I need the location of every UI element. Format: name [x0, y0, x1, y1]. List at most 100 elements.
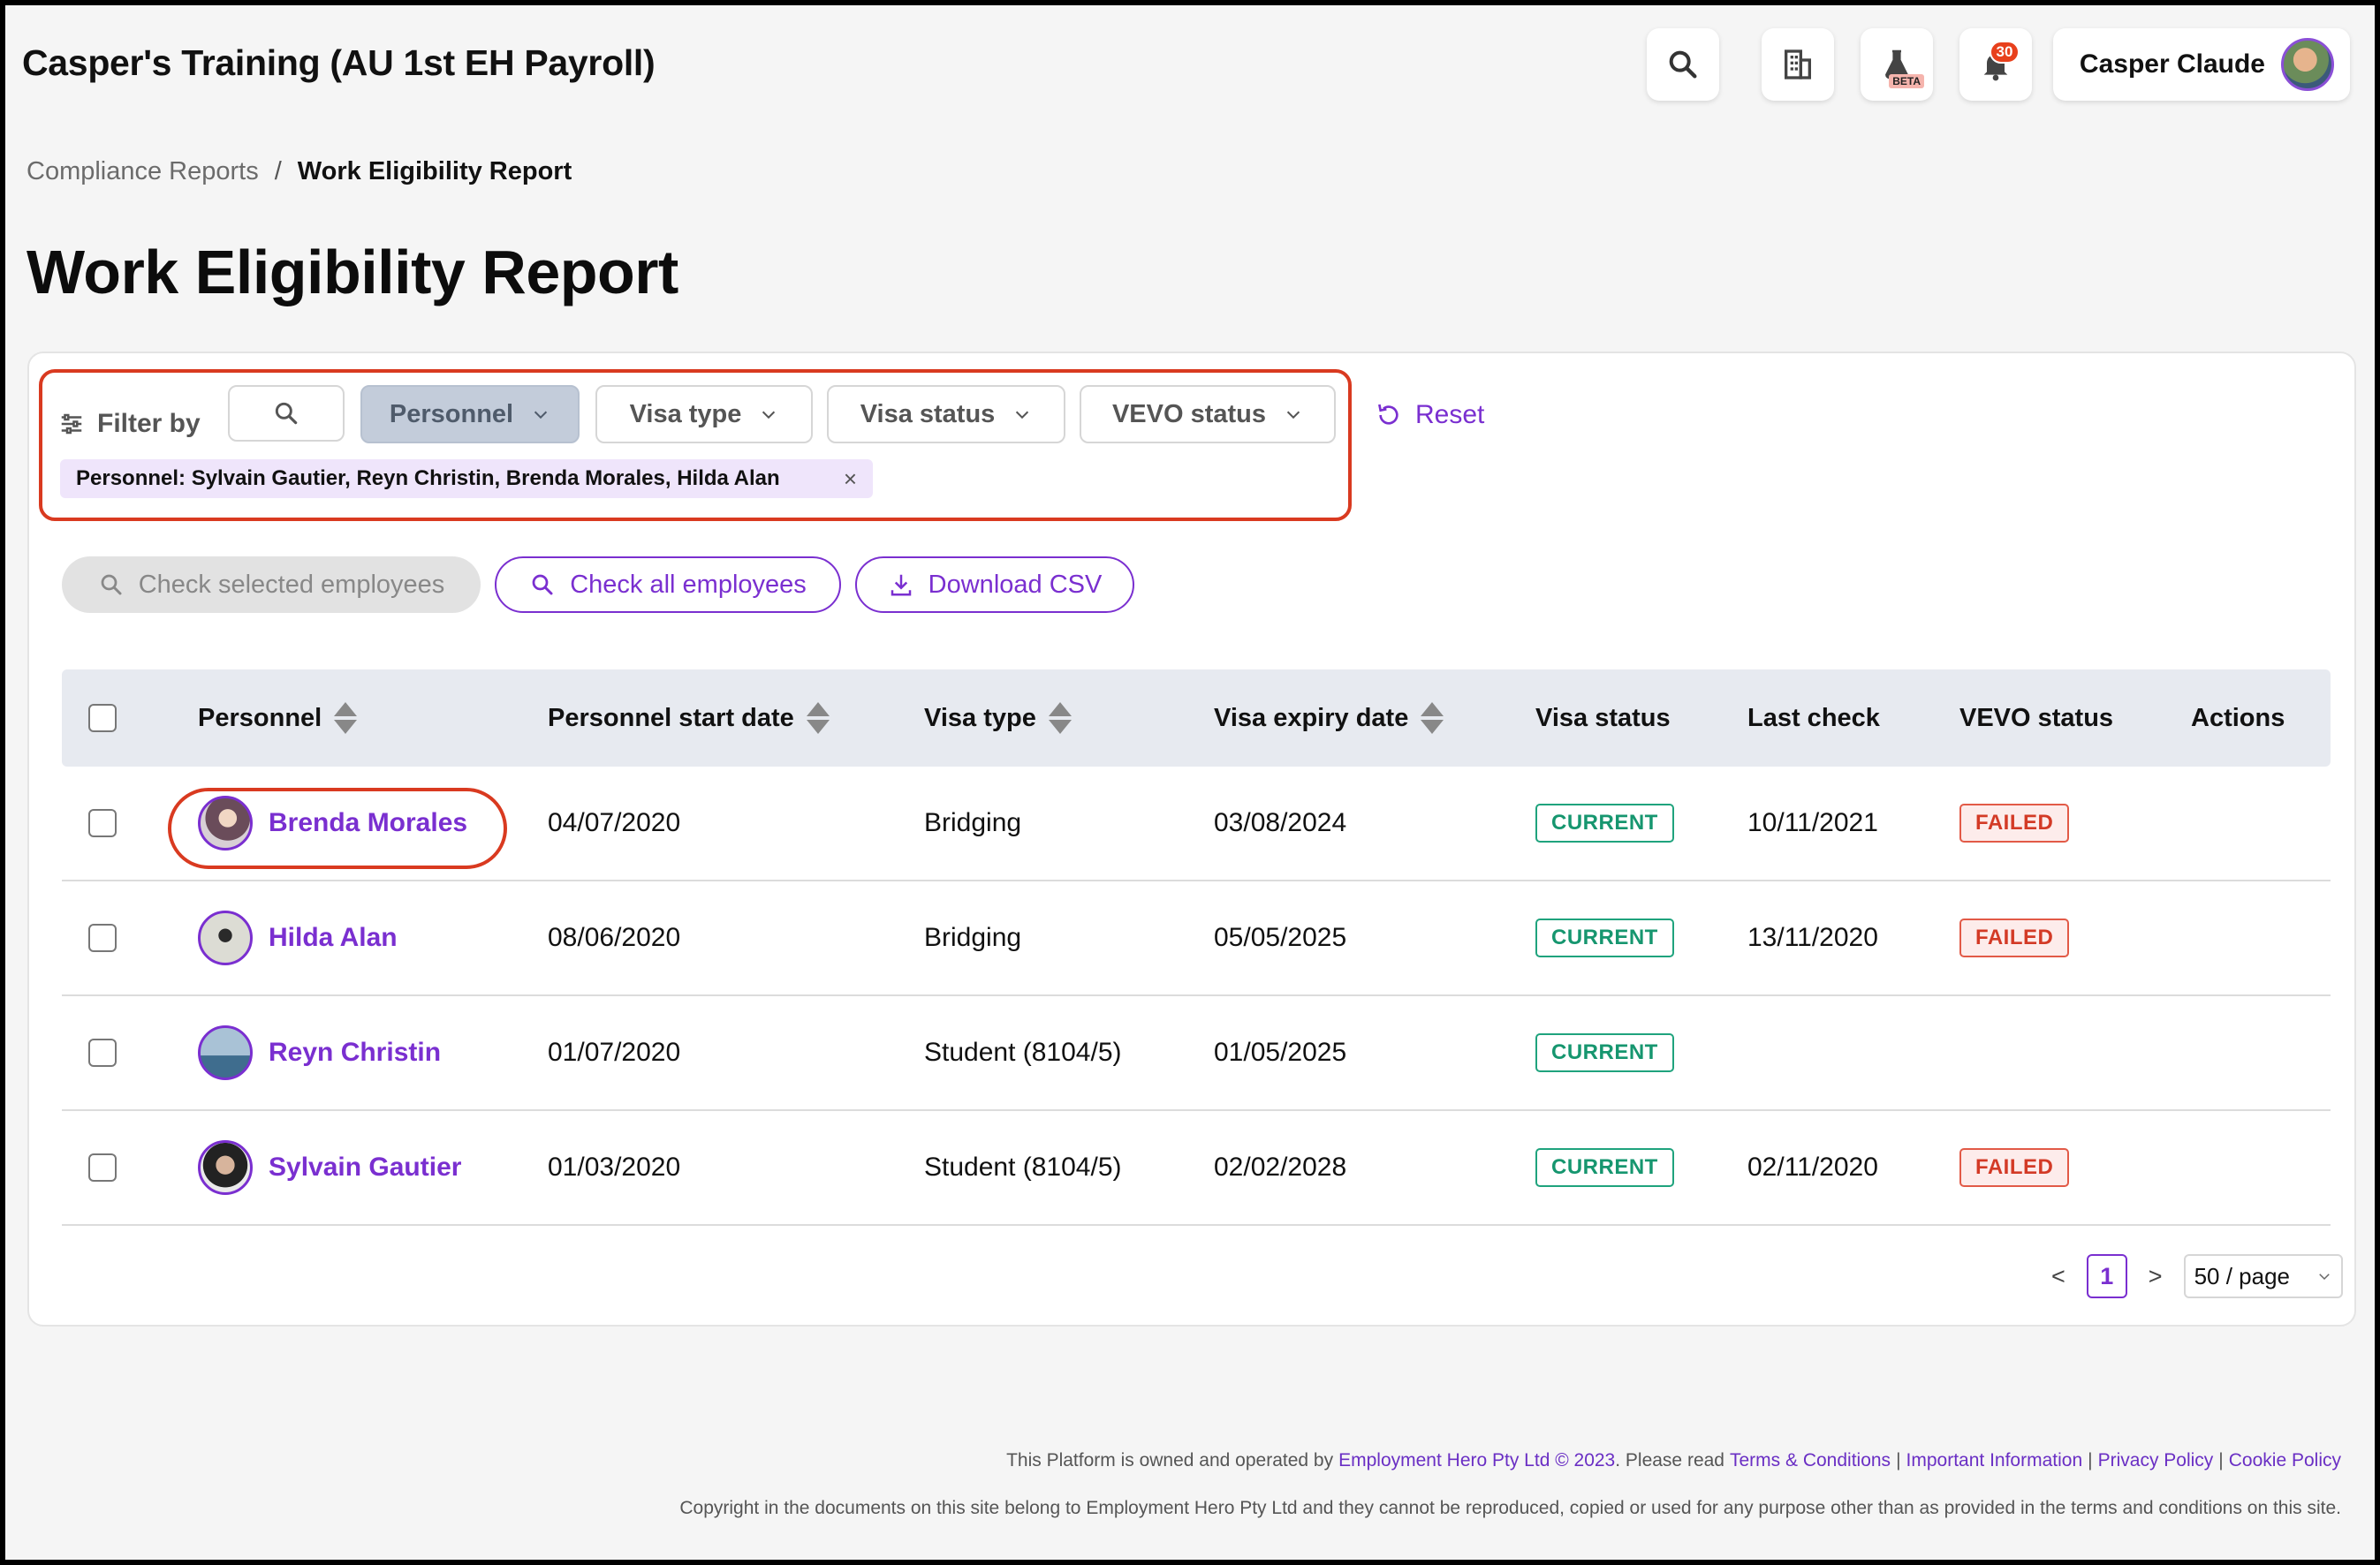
- download-csv-label: Download CSV: [928, 570, 1103, 599]
- user-name: Casper Claude: [2079, 49, 2265, 79]
- footer-text: This Platform is owned and operated by: [1006, 1450, 1334, 1470]
- sort-icon[interactable]: [1048, 702, 1072, 734]
- breadcrumb-compliance-reports[interactable]: Compliance Reports: [27, 157, 259, 186]
- search-icon: [532, 574, 553, 595]
- column-label: VEVO status: [1959, 703, 2114, 732]
- chevron-down-icon: [534, 411, 548, 420]
- column-visa-type[interactable]: Visa type: [924, 669, 1072, 767]
- row-highlight-annotation: [168, 788, 507, 869]
- check-all-label: Check all employees: [570, 570, 807, 599]
- vevo-status-badge: FAILED: [1959, 919, 2070, 957]
- notifications-button[interactable]: 30: [1959, 28, 2032, 101]
- download-csv-button[interactable]: Download CSV: [855, 556, 1134, 613]
- visa-expiry: 02/02/2028: [1214, 1153, 1347, 1182]
- avatar: [198, 1140, 253, 1195]
- column-label: Last check: [1747, 703, 1880, 732]
- reset-label: Reset: [1415, 400, 1485, 429]
- beta-features-button[interactable]: BETA: [1861, 28, 1933, 101]
- visa-type: Bridging: [924, 923, 1022, 952]
- visa-type-filter-dropdown[interactable]: Visa type: [595, 385, 813, 443]
- table-row: Sylvain Gautier 01/03/2020 Student (8104…: [62, 1111, 2331, 1226]
- footer-text: . Please read: [1615, 1450, 1724, 1470]
- reset-icon: [1378, 404, 1398, 425]
- search-icon: [1669, 50, 1697, 79]
- close-icon[interactable]: ×: [844, 465, 857, 493]
- column-visa-expiry[interactable]: Visa expiry date: [1214, 669, 1444, 767]
- row-checkbox[interactable]: [88, 924, 117, 952]
- user-menu[interactable]: Casper Claude: [2053, 28, 2350, 101]
- important-information-link[interactable]: Important Information: [1906, 1450, 2083, 1471]
- last-check: 02/11/2020: [1747, 1153, 1878, 1182]
- active-filter-tag: Personnel: Sylvain Gautier, Reyn Christi…: [60, 459, 873, 498]
- personnel-link[interactable]: Hilda Alan: [198, 881, 398, 994]
- prev-page-button[interactable]: <: [2051, 1263, 2065, 1290]
- start-date: 01/07/2020: [548, 1038, 681, 1067]
- personnel-name[interactable]: Sylvain Gautier: [269, 1153, 461, 1183]
- user-avatar: [2281, 38, 2334, 91]
- personnel-filter-dropdown[interactable]: Personnel: [360, 385, 580, 443]
- cookie-policy-link[interactable]: Cookie Policy: [2229, 1450, 2341, 1471]
- breadcrumb-current: Work Eligibility Report: [297, 157, 572, 185]
- select-all-checkbox[interactable]: [88, 704, 117, 732]
- dropdown-label: Visa type: [629, 399, 742, 428]
- filter-by-label: Filter by: [58, 397, 201, 450]
- privacy-policy-link[interactable]: Privacy Policy: [2098, 1450, 2214, 1471]
- column-start-date[interactable]: Personnel start date: [548, 669, 830, 767]
- table-row: Hilda Alan 08/06/2020 Bridging 05/05/202…: [62, 881, 2331, 996]
- active-filter-text: Personnel: Sylvain Gautier, Reyn Christi…: [76, 466, 780, 490]
- check-selected-employees-button[interactable]: Check selected employees: [62, 556, 481, 613]
- organisation-button[interactable]: [1762, 28, 1834, 101]
- column-visa-status: Visa status: [1535, 669, 1671, 767]
- next-page-button[interactable]: >: [2149, 1263, 2163, 1290]
- personnel-link[interactable]: Sylvain Gautier: [198, 1111, 461, 1224]
- pagination: < 1 > 50 / page: [2051, 1254, 2343, 1298]
- visa-expiry: 01/05/2025: [1214, 1038, 1347, 1067]
- personnel-name[interactable]: Reyn Christin: [269, 1038, 441, 1068]
- sort-icon[interactable]: [334, 702, 358, 734]
- visa-status-badge: CURRENT: [1535, 1148, 1674, 1187]
- terms-link[interactable]: Terms & Conditions: [1730, 1450, 1891, 1471]
- column-label: Visa expiry date: [1214, 703, 1409, 732]
- visa-expiry: 03/08/2024: [1214, 808, 1347, 837]
- row-checkbox[interactable]: [88, 809, 117, 837]
- copyright-notice: Copyright in the documents on this site …: [679, 1498, 2341, 1518]
- column-label: Personnel start date: [548, 703, 794, 732]
- vevo-status-badge: FAILED: [1959, 1148, 2070, 1187]
- visa-type: Bridging: [924, 808, 1022, 837]
- row-checkbox[interactable]: [88, 1039, 117, 1067]
- table-header: Personnel Personnel start date Visa type…: [62, 669, 2331, 767]
- visa-status-filter-dropdown[interactable]: Visa status: [827, 385, 1065, 443]
- check-all-employees-button[interactable]: Check all employees: [495, 556, 841, 613]
- start-date: 01/03/2020: [548, 1153, 681, 1182]
- beta-badge: BETA: [1889, 74, 1924, 88]
- footer-separator: |: [2218, 1450, 2224, 1470]
- personnel-name[interactable]: Hilda Alan: [269, 923, 398, 953]
- row-checkbox[interactable]: [88, 1153, 117, 1182]
- visa-status-badge: CURRENT: [1535, 919, 1674, 957]
- last-check: 10/11/2021: [1747, 808, 1878, 837]
- breadcrumb: Compliance Reports / Work Eligibility Re…: [27, 157, 572, 186]
- column-label: Visa status: [1535, 703, 1671, 732]
- column-last-check: Last check: [1747, 669, 1880, 767]
- personnel-link[interactable]: Reyn Christin: [198, 996, 441, 1109]
- page-size-select[interactable]: 50 / page: [2183, 1254, 2343, 1298]
- reset-filters-button[interactable]: Reset: [1375, 397, 1484, 433]
- filter-search-button[interactable]: [228, 385, 345, 442]
- search-button[interactable]: [1647, 28, 1719, 101]
- column-personnel[interactable]: Personnel: [198, 669, 358, 767]
- notification-count-badge: 30: [1990, 41, 2020, 64]
- table-row: Reyn Christin 01/07/2020 Student (8104/5…: [62, 996, 2331, 1111]
- page-1-button[interactable]: 1: [2086, 1254, 2127, 1298]
- sort-icon[interactable]: [806, 702, 830, 734]
- vevo-status-badge: FAILED: [1959, 804, 2070, 843]
- visa-type: Student (8104/5): [924, 1038, 1122, 1067]
- vevo-status-filter-dropdown[interactable]: VEVO status: [1080, 385, 1336, 443]
- visa-status-badge: CURRENT: [1535, 1033, 1674, 1072]
- sort-icon[interactable]: [1421, 702, 1444, 734]
- check-selected-label: Check selected employees: [138, 570, 445, 599]
- company-link[interactable]: Employment Hero Pty Ltd © 2023: [1338, 1450, 1615, 1471]
- breadcrumb-separator: /: [274, 157, 282, 185]
- app-title: Casper's Training (AU 1st EH Payroll): [22, 42, 656, 83]
- chevron-down-icon: [1286, 411, 1300, 420]
- visa-status-badge: CURRENT: [1535, 804, 1674, 843]
